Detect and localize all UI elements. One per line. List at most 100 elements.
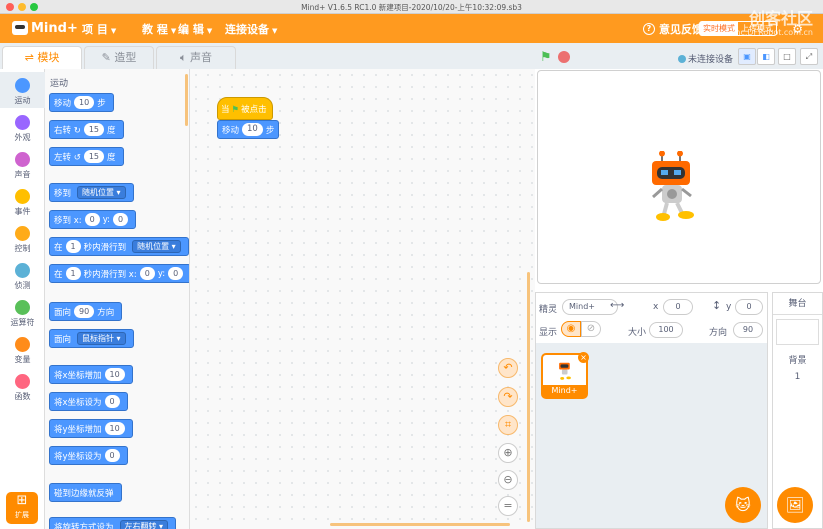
workspace-horizontal-scrollbar[interactable] (330, 523, 510, 526)
menu-tutorial[interactable]: 教 程 ▼ (142, 21, 176, 37)
stop-icon[interactable] (558, 51, 570, 63)
sprite-thumbnail[interactable]: × Mind+ (541, 352, 589, 399)
stage-thumbnail[interactable] (776, 319, 819, 345)
motion-block[interactable]: 移动 10 步 (49, 93, 114, 112)
direction-input[interactable]: 90 (733, 322, 763, 338)
stage-canvas[interactable] (537, 70, 821, 284)
extensions-button[interactable]: ⊞ 扩展 (6, 492, 38, 524)
category-3[interactable]: 声音 (0, 146, 45, 182)
motion-block[interactable]: 在 1 秒内滑行到 随机位置 ▾ (49, 237, 189, 256)
category-label: 变量 (14, 355, 31, 364)
chevron-down-icon: ▼ (170, 27, 177, 35)
motion-block[interactable]: 左转 ↺ 15 度 (49, 147, 124, 166)
mind-plus-robot-sprite[interactable] (648, 151, 698, 223)
block-number-input[interactable]: 0 (139, 267, 155, 280)
block-number-input[interactable]: 1 (65, 240, 81, 253)
block-number-input[interactable]: 0 (104, 449, 120, 462)
menu-project[interactable]: 项 目 ▼ (82, 21, 116, 37)
block-dropdown[interactable]: 左右翻转 ▾ (119, 520, 169, 529)
category-dot-icon (15, 115, 30, 130)
backdrop-count: 1 (794, 372, 801, 382)
category-6[interactable]: 侦测 (0, 257, 45, 293)
undo-icon[interactable]: ↶ (498, 358, 518, 378)
choose-backdrop-image-icon[interactable]: 🖼︎ (777, 487, 813, 523)
category-dot-icon (15, 78, 30, 93)
category-5[interactable]: 控制 (0, 220, 45, 256)
tab-sounds[interactable]: 🔈︎ 声音 (156, 46, 236, 69)
zoom-reset-icon[interactable]: = (498, 496, 518, 516)
block-dropdown[interactable]: 随机位置 ▾ (132, 240, 181, 253)
palette-scrollbar[interactable] (185, 74, 188, 126)
choose-sprite-cat-icon[interactable]: 🐱︎ (725, 487, 761, 523)
menu-edit[interactable]: 编 辑 ▼ (178, 21, 212, 37)
category-2[interactable]: 外观 (0, 109, 45, 145)
redo-icon[interactable]: ↷ (498, 387, 518, 407)
x-input[interactable]: 0 (663, 299, 693, 315)
category-label: 外观 (14, 133, 31, 142)
x-label: x (653, 302, 659, 312)
motion-block[interactable]: 将旋转方式设为 左右翻转 ▾ (49, 517, 177, 529)
workspace-vertical-scrollbar[interactable] (527, 272, 530, 522)
motion-block[interactable]: 面向 90 方向 (49, 302, 123, 321)
chevron-down-icon: ▼ (110, 27, 117, 35)
block-text: 度 (107, 152, 116, 163)
category-label: 侦测 (14, 281, 31, 290)
crop-icon[interactable]: ⌗ (498, 415, 518, 435)
motion-block[interactable]: 移到 x: 0 y: 0 (49, 210, 137, 229)
normal-stage-layout-icon[interactable]: ◧ (757, 48, 775, 65)
large-stage-layout-icon[interactable]: □ (778, 48, 796, 65)
category-7[interactable]: 运算符 (0, 294, 45, 330)
category-1[interactable]: 运动 (0, 72, 45, 108)
device-status-icon (678, 54, 686, 63)
hide-sprite-eye-icon[interactable]: ⊘ (581, 321, 601, 337)
block-number-input[interactable]: 0 (168, 267, 184, 280)
motion-block[interactable]: 碰到边缘就反弹 (49, 483, 122, 502)
motion-block[interactable]: 在 1 秒内滑行到 x: 0 y: 0 (49, 264, 189, 283)
move-steps-block[interactable]: 移动 10 步 (217, 120, 280, 139)
category-8[interactable]: 变量 (0, 331, 45, 367)
y-input[interactable]: 0 (735, 299, 763, 315)
block-number-input[interactable]: 1 (65, 267, 81, 280)
block-dropdown[interactable]: 随机位置 ▾ (77, 186, 126, 199)
motion-block[interactable]: 将x坐标增加 10 (49, 365, 133, 384)
tab-blocks[interactable]: ⇌ 模块 (2, 46, 82, 69)
block-text: 将y坐标设为 (54, 451, 102, 462)
block-number-input[interactable]: 10 (74, 96, 95, 109)
menu-connect-device[interactable]: 连接设备 ▼ (225, 21, 277, 37)
question-icon: ? (643, 23, 655, 35)
block-number-input[interactable]: 15 (83, 123, 105, 136)
category-label: 事件 (14, 207, 31, 216)
block-text: 将x坐标设为 (54, 397, 102, 408)
feedback-button[interactable]: ? 意见反馈 (643, 21, 703, 37)
motion-block[interactable]: 将x坐标设为 0 (49, 392, 128, 411)
when-flag-clicked-block[interactable]: 当 ⚑ 被点击 (217, 97, 273, 120)
steps-input[interactable]: 10 (242, 123, 263, 136)
green-flag-icon[interactable]: ⚑ (540, 50, 552, 65)
zoom-in-icon[interactable]: ⊕ (498, 443, 518, 463)
category-dot-icon (15, 300, 30, 315)
motion-block[interactable]: 面向 鼠标指针 ▾ (49, 329, 134, 348)
block-number-input[interactable]: 15 (83, 150, 105, 163)
small-stage-layout-icon[interactable]: ▣ (738, 48, 756, 65)
block-number-input[interactable]: 0 (112, 213, 129, 226)
block-number-input[interactable]: 10 (104, 368, 125, 381)
zoom-out-icon[interactable]: ⊖ (498, 470, 518, 490)
tab-costumes[interactable]: ✎ 造型 (84, 46, 154, 69)
category-9[interactable]: 函数 (0, 368, 45, 404)
app-logo[interactable]: Mind+ (12, 19, 78, 37)
motion-block[interactable]: 将y坐标增加 10 (49, 419, 133, 438)
motion-block[interactable]: 右转 ↻ 15 度 (49, 120, 124, 139)
size-input[interactable]: 100 (649, 322, 683, 338)
show-sprite-eye-icon[interactable]: ◉ (561, 321, 581, 337)
fullscreen-icon[interactable]: ⤢ (800, 48, 818, 65)
motion-block[interactable]: 将y坐标设为 0 (49, 446, 128, 465)
block-number-input[interactable]: 10 (104, 422, 125, 435)
block-number-input[interactable]: 0 (104, 395, 120, 408)
delete-sprite-icon[interactable]: × (578, 352, 589, 363)
block-text: 右转 ↻ (54, 125, 81, 136)
block-number-input[interactable]: 0 (84, 213, 100, 226)
category-4[interactable]: 事件 (0, 183, 45, 219)
block-dropdown[interactable]: 鼠标指针 ▾ (77, 332, 126, 345)
motion-block[interactable]: 移到 随机位置 ▾ (49, 183, 134, 202)
block-number-input[interactable]: 90 (74, 305, 95, 318)
